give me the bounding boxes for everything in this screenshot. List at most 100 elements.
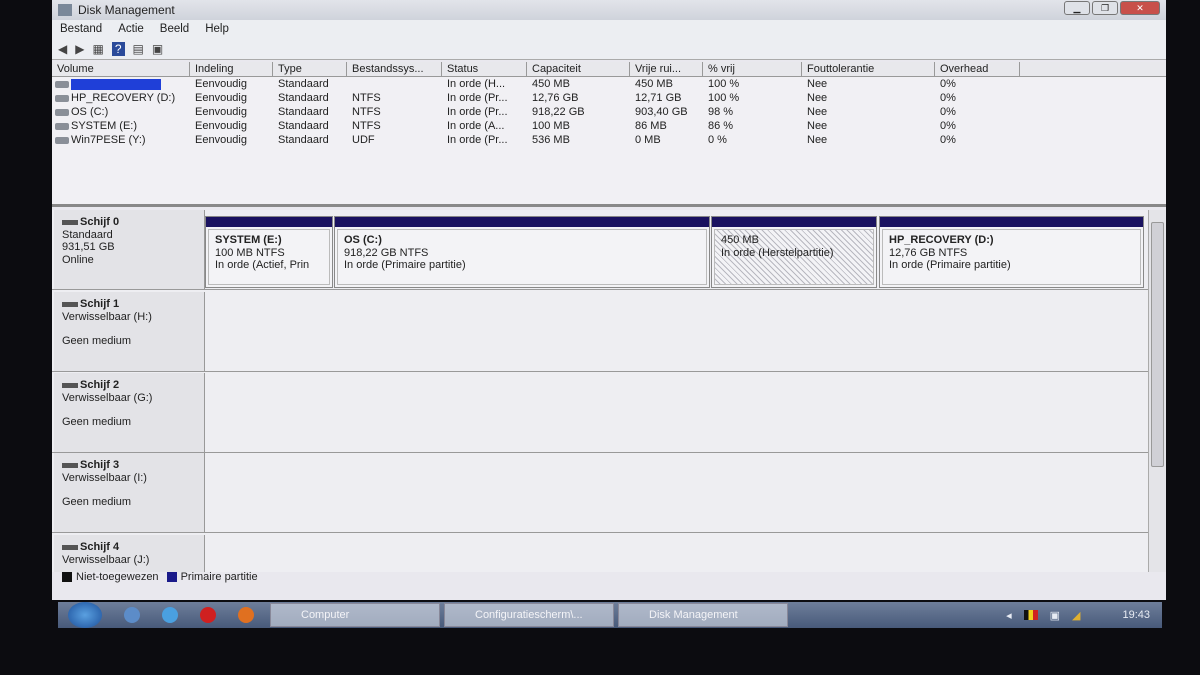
help-icon[interactable]: ?: [111, 41, 125, 56]
volume-list: Volume Indeling Type Bestandssys... Status Ca…: [52, 62, 1166, 207]
disk-row[interactable]: Schijf 4 Verwisselbaar (J:): [52, 535, 1148, 572]
disk-label[interactable]: Schijf 0 Standaard 931,51 GB Online: [54, 210, 205, 289]
table-cell: 536 MB: [532, 134, 570, 146]
partition-type-bar: [335, 217, 709, 227]
signal-icon[interactable]: ◢: [1072, 609, 1080, 622]
column-header[interactable]: Overhead: [935, 62, 1020, 76]
partition[interactable]: SYSTEM (E:) 100 MB NTFS In orde (Actief, P…: [205, 216, 333, 288]
table-row[interactable]: SYSTEM (E:) Eenvoudig Standaard NTFS In orde…: [52, 119, 1166, 133]
table-cell: In orde (H...: [447, 78, 506, 90]
table-cell: NTFS: [352, 120, 381, 132]
disk-row[interactable]: Schijf 0 Standaard 931,51 GB Online SYSTEM (…: [52, 210, 1148, 290]
antivirus-icon[interactable]: [200, 607, 216, 623]
column-header[interactable]: Fouttolerantie: [802, 62, 935, 76]
disk-label[interactable]: Schijf 3 Verwisselbaar (I:) Geen medium: [54, 453, 205, 532]
table-row[interactable]: OS (C:) Eenvoudig Standaard NTFS In orde (Pr…: [52, 105, 1166, 119]
column-header[interactable]: Capaciteit: [527, 62, 630, 76]
table-cell: 0%: [940, 120, 956, 132]
volume-name: Win7PESE (Y:): [71, 134, 146, 146]
disk-label[interactable]: Schijf 4 Verwisselbaar (J:): [54, 535, 205, 572]
task-disk-management[interactable]: Disk Management: [618, 603, 788, 627]
disk-type: Verwisselbaar (H:): [62, 310, 152, 323]
disk-name: Schijf 0: [62, 216, 196, 229]
disk-row[interactable]: Schijf 1 Verwisselbaar (H:) Geen medium: [52, 292, 1148, 372]
forward-icon[interactable]: ▶: [75, 42, 84, 56]
language-flag-icon[interactable]: [1023, 610, 1038, 620]
vertical-scrollbar[interactable]: [1148, 210, 1166, 572]
menu-actie[interactable]: Actie: [118, 23, 144, 35]
legend-primary: Primaire partitie: [166, 571, 258, 583]
table-cell: [52, 77, 190, 91]
internet-explorer-icon[interactable]: [162, 607, 178, 623]
explorer-icon[interactable]: [124, 607, 140, 623]
firefox-icon[interactable]: [238, 607, 254, 623]
column-header[interactable]: Indeling: [190, 62, 273, 76]
table-cell: Nee: [807, 92, 828, 104]
table-row[interactable]: HP_RECOVERY (D:) Eenvoudig Standaard NTFS In…: [52, 91, 1166, 105]
column-header[interactable]: Status: [442, 62, 527, 76]
network-icon[interactable]: ▣: [1050, 609, 1060, 622]
volume-name: HP_RECOVERY (D:): [71, 92, 176, 104]
column-header[interactable]: Type: [273, 62, 347, 76]
title-bar: Disk Management ▁ ❐ ✕: [52, 0, 1166, 20]
show-hidden-icons-icon[interactable]: ◂: [1006, 609, 1012, 622]
task-control-panel[interactable]: Configuratiescherm\...: [444, 603, 614, 627]
partition[interactable]: OS (C:) 918,22 GB NTFS In orde (Primaire p…: [334, 216, 710, 288]
table-cell: 100 %: [708, 78, 740, 90]
table-cell: UDF: [352, 134, 375, 146]
partition-status: In orde (Primaire partitie): [344, 259, 466, 271]
task-computer[interactable]: Computer: [270, 603, 440, 627]
column-header[interactable]: % vrij: [703, 62, 802, 76]
table-row[interactable]: Eenvoudig Standaard In orde (H... 450 MB 450…: [52, 77, 1166, 91]
table-cell: In orde (Pr...: [447, 106, 508, 118]
table-cell: SYSTEM (E:): [52, 119, 190, 133]
disk-state: Geen medium: [62, 335, 132, 347]
scrollbar-thumb[interactable]: [1151, 222, 1164, 467]
disk-row[interactable]: Schijf 2 Verwisselbaar (G:) Geen medium: [52, 373, 1148, 453]
console-icon[interactable]: ▣: [152, 42, 163, 56]
menu-help[interactable]: Help: [205, 23, 229, 35]
drive-icon: [55, 80, 69, 88]
drive-icon: [55, 108, 69, 116]
taskbar: Computer Configuratiescherm\... Disk Man…: [58, 602, 1162, 628]
table-row[interactable]: Win7PESE (Y:) Eenvoudig Standaard UDF In ord…: [52, 133, 1166, 147]
app-icon: [58, 4, 72, 16]
start-button[interactable]: [68, 602, 102, 628]
table-cell: 0 %: [708, 134, 727, 146]
disk-icon: [62, 301, 78, 307]
table-cell: Eenvoudig: [195, 134, 247, 146]
properties-icon[interactable]: ▤: [133, 42, 144, 56]
disk-name: Schijf 1: [62, 298, 196, 311]
disk-type: Verwisselbaar (J:): [62, 553, 150, 566]
table-cell: 0%: [940, 134, 956, 146]
maximize-button[interactable]: ❐: [1092, 1, 1118, 15]
disk-name: Schijf 4: [62, 541, 196, 554]
table-cell: Nee: [807, 78, 828, 90]
table-cell: 450 MB: [635, 78, 673, 90]
menu-bestand[interactable]: Bestand: [60, 23, 102, 35]
partition-name: OS (C:): [344, 234, 382, 246]
menu-beeld[interactable]: Beeld: [160, 23, 189, 35]
disk-label[interactable]: Schijf 2 Verwisselbaar (G:) Geen medium: [54, 373, 205, 452]
table-cell: HP_RECOVERY (D:): [52, 91, 190, 105]
disk-state: Online: [62, 253, 94, 266]
table-cell: In orde (Pr...: [447, 92, 508, 104]
disk-icon: [62, 544, 78, 550]
volume-name: SYSTEM (E:): [71, 120, 138, 132]
column-header[interactable]: Vrije rui...: [630, 62, 703, 76]
view-icon[interactable]: ▦: [92, 42, 103, 56]
table-cell: Standaard: [278, 134, 329, 146]
disk-label[interactable]: Schijf 1 Verwisselbaar (H:) Geen medium: [54, 292, 205, 371]
partition[interactable]: 450 MB In orde (Herstelpartitie): [711, 216, 877, 288]
partition[interactable]: HP_RECOVERY (D:) 12,76 GB NTFS In orde (Pr…: [879, 216, 1144, 288]
disk-row[interactable]: Schijf 3 Verwisselbaar (I:) Geen medium: [52, 453, 1148, 533]
column-header[interactable]: Bestandssys...: [347, 62, 442, 76]
close-button[interactable]: ✕: [1120, 1, 1160, 15]
clock[interactable]: 19:43: [1122, 609, 1150, 621]
partition-size: 450 MB: [721, 234, 759, 246]
column-header[interactable]: Volume: [52, 62, 190, 76]
minimize-button[interactable]: ▁: [1064, 1, 1090, 15]
system-tray: ◂ ▣ ◢ 19:43: [1006, 602, 1150, 628]
table-cell: 0%: [940, 106, 956, 118]
back-icon[interactable]: ◀: [58, 42, 67, 56]
